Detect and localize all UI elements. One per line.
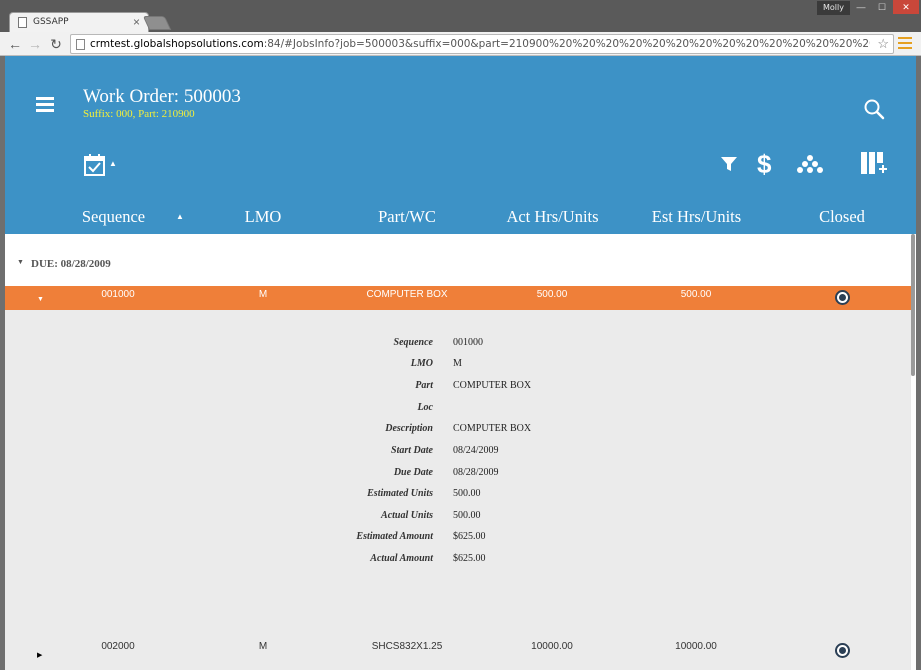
cell-lmo: M (258, 641, 268, 652)
detail-value-actual-amount: $625.00 (453, 553, 486, 564)
detail-label-lmo: LMO (410, 358, 433, 369)
column-header-act-hrs[interactable]: Act Hrs/Units (495, 207, 610, 227)
detail-label-actual-amount: Actual Amount (370, 553, 433, 564)
browser-tab[interactable]: GSSAPP × (9, 12, 149, 32)
cell-act-hrs: 10000.00 (531, 641, 573, 652)
cell-sequence: 002000 (101, 641, 135, 652)
profile-badge[interactable]: Molly (817, 1, 850, 15)
table-row[interactable]: ▶ 002000 M SHCS832X1.25 10000.00 10000.0… (5, 638, 911, 670)
detail-label-loc: Loc (417, 402, 433, 413)
browser-menu-icon[interactable] (898, 37, 912, 51)
group-dots-icon[interactable] (797, 154, 823, 174)
minimize-icon[interactable]: — (851, 0, 871, 14)
table-row[interactable]: ▼ 001000 M COMPUTER BOX 500.00 500.00 (5, 286, 911, 310)
cell-est-hrs: 500.00 (680, 289, 712, 300)
column-header-part-wc[interactable]: Part/WC (360, 207, 454, 227)
dollar-icon[interactable]: $ (757, 149, 771, 179)
detail-value-lmo: M (453, 358, 462, 369)
page-title: Work Order: 500003 (83, 86, 241, 107)
detail-value-due-date: 08/28/2009 (453, 467, 499, 478)
tab-strip: GSSAPP × Molly — ☐ ✕ (0, 0, 921, 32)
vertical-scrollbar[interactable] (911, 234, 915, 376)
tab-title: GSSAPP (33, 17, 69, 27)
tab-close-icon[interactable]: × (133, 15, 140, 29)
closed-radio[interactable] (835, 290, 850, 305)
page-subtitle: Suffix: 000, Part: 210900 (83, 108, 195, 120)
column-header-est-hrs[interactable]: Est Hrs/Units (639, 207, 754, 227)
detail-label-sequence: Sequence (393, 337, 433, 348)
column-header-lmo[interactable]: LMO (221, 207, 305, 227)
search-icon[interactable] (863, 98, 885, 120)
detail-label-due-date: Due Date (393, 467, 433, 478)
cell-lmo: M (258, 289, 268, 300)
cell-sequence: 001000 (101, 289, 135, 300)
add-column-icon[interactable] (860, 151, 887, 177)
cell-part: COMPUTER BOX (366, 289, 448, 300)
detail-value-start-date: 08/24/2009 (453, 445, 499, 456)
filter-icon[interactable] (720, 155, 738, 173)
row-expand-icon[interactable]: ▶ (37, 651, 42, 659)
url-host: crmtest.globalshopsolutions.com (90, 38, 264, 50)
detail-value-estimated-units: 500.00 (453, 488, 481, 499)
forward-icon[interactable]: → (26, 35, 44, 53)
due-date-group[interactable]: ▼ (5, 234, 911, 286)
page-icon (76, 39, 85, 50)
bookmark-star-icon[interactable]: ☆ (877, 36, 889, 52)
group-label: DUE: 08/28/2009 (31, 258, 111, 270)
row-detail-panel: Sequence 001000 LMO M Part COMPUTER BOX … (5, 310, 911, 638)
hamburger-menu-icon[interactable] (36, 97, 54, 112)
row-collapse-icon[interactable]: ▼ (37, 296, 44, 303)
browser-chrome: GSSAPP × Molly — ☐ ✕ ← → ↻ crmtest.globa… (0, 0, 921, 56)
detail-label-actual-units: Actual Units (381, 510, 433, 521)
column-header-closed[interactable]: Closed (805, 207, 879, 227)
reload-icon[interactable]: ↻ (47, 35, 65, 53)
cell-part: SHCS832X1.25 (371, 641, 443, 652)
sort-indicator-icon[interactable]: ▲ (176, 212, 184, 221)
detail-value-part: COMPUTER BOX (453, 380, 532, 391)
cell-est-hrs: 10000.00 (675, 641, 717, 652)
column-header-sequence[interactable]: Sequence (60, 207, 167, 227)
detail-value-description: COMPUTER BOX (453, 423, 532, 434)
url-path: :84/#JobsInfo?job=500003&suffix=000&part… (263, 38, 870, 50)
calendar-dropdown-arrow: ▲ (109, 159, 117, 168)
detail-value-estimated-amount: $625.00 (453, 531, 486, 542)
group-collapse-icon[interactable]: ▼ (17, 259, 24, 266)
detail-label-part: Part (415, 380, 433, 391)
detail-value-actual-units: 500.00 (453, 510, 481, 521)
browser-toolbar: ← → ↻ crmtest.globalshopsolutions.com:84… (0, 32, 921, 56)
window-close-icon[interactable]: ✕ (893, 0, 919, 14)
page-icon (18, 17, 27, 28)
cell-act-hrs: 500.00 (536, 289, 568, 300)
address-bar[interactable]: crmtest.globalshopsolutions.com:84/#Jobs… (70, 34, 894, 54)
back-icon[interactable]: ← (6, 35, 24, 53)
detail-label-estimated-units: Estimated Units (367, 488, 433, 499)
app-viewport: Work Order: 500003 Suffix: 000, Part: 21… (5, 56, 916, 670)
detail-label-description: Description (385, 423, 433, 434)
url-text[interactable]: crmtest.globalshopsolutions.com:84/#Jobs… (90, 38, 870, 50)
closed-radio[interactable] (835, 643, 850, 658)
detail-value-sequence: 001000 (453, 337, 483, 348)
app-header: Work Order: 500003 Suffix: 000, Part: 21… (5, 56, 916, 234)
detail-label-start-date: Start Date (391, 445, 433, 456)
calendar-check-icon[interactable]: ▲ (83, 153, 121, 177)
maximize-icon[interactable]: ☐ (872, 0, 892, 14)
detail-label-estimated-amount: Estimated Amount (356, 531, 433, 542)
